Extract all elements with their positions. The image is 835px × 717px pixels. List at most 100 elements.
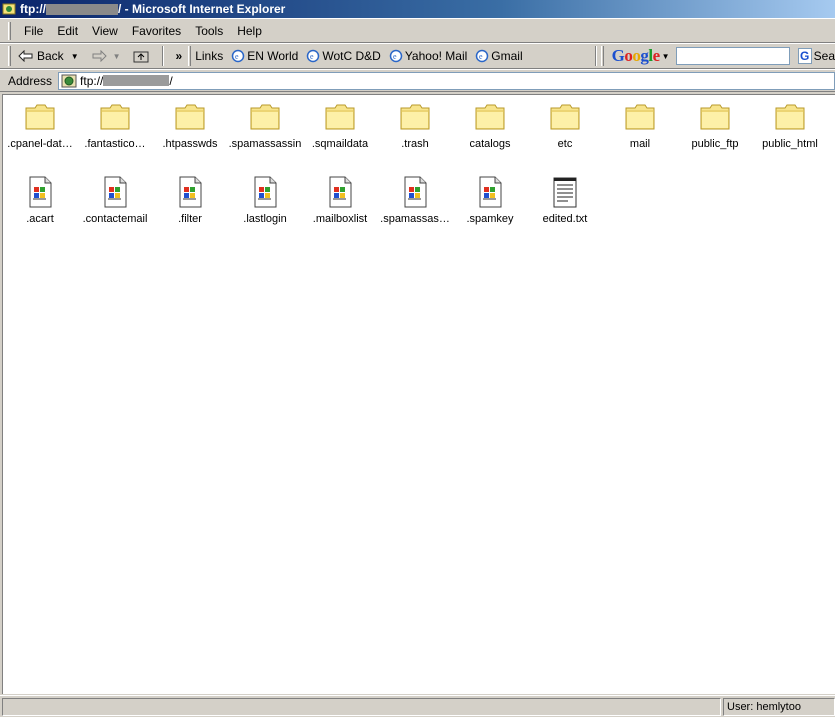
file-name: edited.txt [542,213,588,225]
title-bar[interactable]: ftp:// / - Microsoft Internet Explorer [0,0,835,18]
window-title-suffix: / - Microsoft Internet Explorer [118,2,286,16]
toolbar-chevron-icon[interactable]: » [176,49,183,63]
windows-file-icon [473,175,507,209]
up-folder-button[interactable] [130,49,152,63]
file-name: .filter [178,213,202,225]
ie-page-icon: e [307,49,320,63]
svg-text:e: e [393,52,397,61]
address-label: Address [8,73,53,88]
folder-icon [698,100,732,134]
folder-item[interactable]: .trash [378,100,452,150]
folder-icon [248,100,282,134]
google-g-icon: G [797,48,812,64]
menu-view[interactable]: View [85,22,125,40]
folder-item[interactable]: .spamassassin [228,100,302,150]
link-yahoo-mail[interactable]: e Yahoo! Mail [389,49,467,63]
back-arrow-icon [18,50,33,62]
file-item[interactable]: .spamkey [453,175,527,225]
folder-item[interactable]: .fantastico… [78,100,152,150]
svg-text:e: e [479,52,483,61]
link-gmail[interactable]: e Gmail [475,49,523,63]
file-item[interactable]: .contactemail [78,175,152,225]
toolbar-separator [594,46,597,66]
google-logo[interactable]: Google [612,46,661,66]
folder-item[interactable]: .htpasswds [153,100,227,150]
address-suffix: / [169,73,173,88]
link-wotc-dd[interactable]: e WotC D&D [306,49,381,63]
status-bar: User: hemlytoo [0,695,835,717]
file-name: .htpasswds [162,138,218,150]
file-name: .trash [401,138,429,150]
links-label: Links [195,49,224,63]
menu-edit[interactable]: Edit [50,22,85,40]
file-item[interactable]: edited.txt [528,175,602,225]
menu-help[interactable]: Help [230,22,269,40]
google-dropdown-icon[interactable]: ▼ [662,52,670,61]
address-input[interactable]: ftp:// / [58,71,835,90]
svg-text:e: e [310,52,314,61]
folder-view[interactable]: .cpanel-dat… .fantastico… .htpasswds .spama… [2,94,835,694]
folder-item[interactable]: .sqmaildata [303,100,377,150]
ie-page-icon: e [476,49,489,63]
ie-page-icon: e [231,49,245,63]
google-grip[interactable] [600,46,604,66]
address-prefix: ftp:// [80,73,104,88]
windows-file-icon [248,175,282,209]
ie-page-icon: e [389,49,403,63]
folder-item[interactable]: .cpanel-dat… [3,100,77,150]
status-main-pane [2,697,721,716]
forward-button[interactable]: ▼ [88,50,124,62]
file-name: .spamassassin [228,138,302,150]
google-search-button[interactable]: G Sea [797,48,835,64]
forward-arrow-icon [92,50,107,62]
file-name: public_ftp [691,138,739,150]
windows-file-icon [323,175,357,209]
windows-file-icon [173,175,207,209]
file-name: catalogs [469,138,511,150]
ftp-globe-icon [61,74,77,87]
folder-icon [473,100,507,134]
file-item[interactable]: .mailboxlist [303,175,377,225]
folder-icon [773,100,807,134]
window-title-prefix: ftp:// [20,2,46,16]
menu-tools[interactable]: Tools [188,22,230,40]
file-item[interactable]: .spamassas… [378,175,452,225]
file-name: .fantastico… [84,138,146,150]
folder-item[interactable]: catalogs [453,100,527,150]
back-button[interactable]: Back ▼ [15,49,82,63]
toolbar-grip[interactable] [8,46,11,66]
menu-favorites[interactable]: Favorites [125,22,188,40]
windows-file-icon [98,175,132,209]
links-grip[interactable] [188,46,192,66]
folder-icon [323,100,357,134]
toolbar: Back ▼ ▼ » Links e EN World e WotC D&D e… [0,43,835,69]
menu-file[interactable]: File [17,22,50,40]
file-name: .contactemail [82,213,148,225]
folder-item[interactable]: mail [603,100,677,150]
file-grid: .cpanel-dat… .fantastico… .htpasswds .spama… [3,95,835,694]
file-name: .spamkey [466,213,514,225]
file-name: .mailboxlist [312,213,368,225]
folder-item[interactable]: public_ftp [678,100,752,150]
file-name: .acart [26,213,54,225]
status-user: User: hemlytoo [723,697,835,716]
menu-grip[interactable] [8,21,11,40]
back-label: Back [37,49,64,63]
windows-file-icon [23,175,57,209]
google-search-input[interactable] [675,47,790,65]
file-item[interactable]: .acart [3,175,77,225]
toolbar-separator [161,46,164,66]
back-dropdown-icon[interactable]: ▼ [71,52,79,61]
folder-item[interactable]: etc [528,100,602,150]
link-en-world[interactable]: e EN World [231,49,298,63]
ftp-folder-icon [2,3,16,15]
file-item[interactable]: .filter [153,175,227,225]
file-name: .cpanel-dat… [7,138,73,150]
up-folder-icon [133,51,149,63]
svg-text:e: e [235,52,239,61]
folder-icon [173,100,207,134]
folder-icon [98,100,132,134]
forward-dropdown-icon[interactable]: ▼ [113,52,121,61]
file-item[interactable]: .lastlogin [228,175,302,225]
folder-item[interactable]: public_html [753,100,827,150]
